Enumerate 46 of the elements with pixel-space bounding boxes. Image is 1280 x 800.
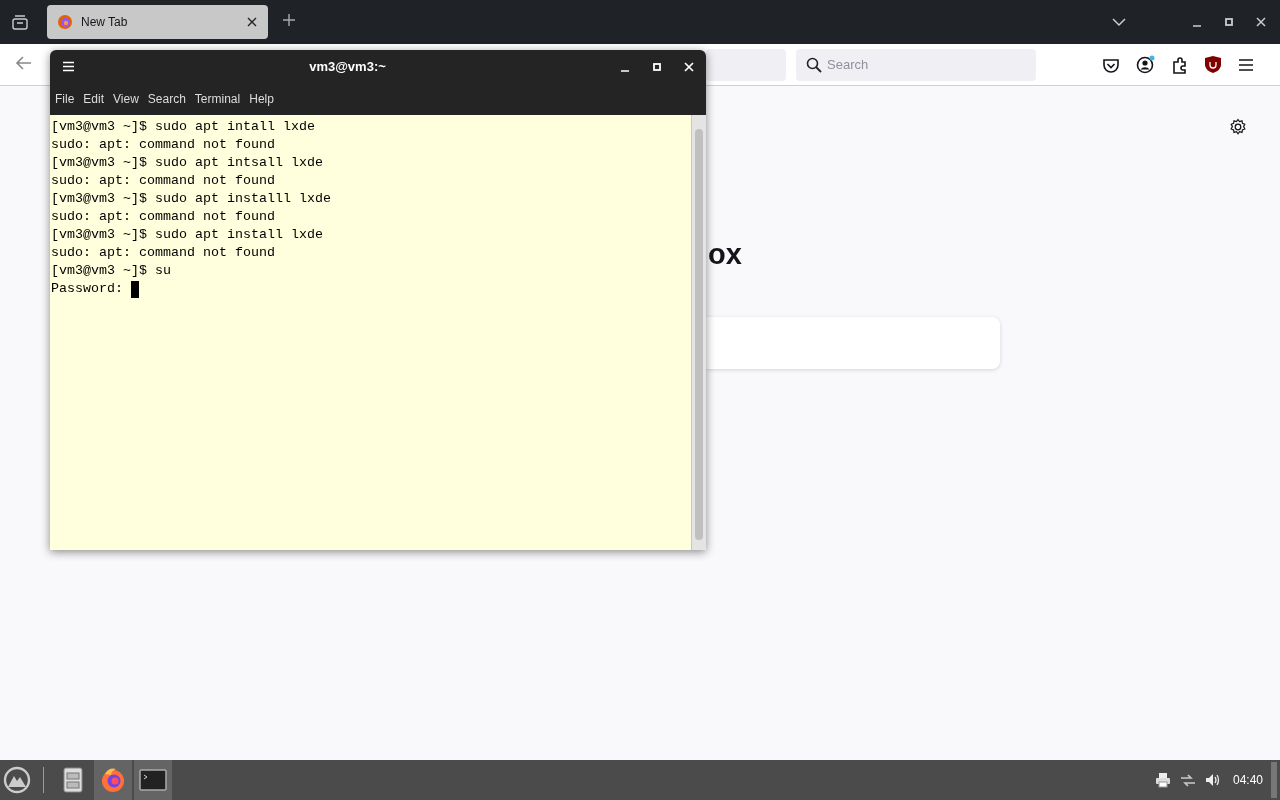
chevron-down-icon[interactable]	[1112, 17, 1126, 27]
new-tab-icon[interactable]	[282, 13, 296, 27]
tab-title: New Tab	[81, 15, 128, 29]
taskbar-button[interactable]	[134, 760, 172, 800]
page-heading: ox	[708, 240, 743, 269]
terminal-line: sudo: apt: command not found	[51, 172, 275, 190]
terminal-line: Password:	[51, 280, 124, 298]
search-field[interactable]: Search	[796, 48, 1036, 81]
text-cursor	[131, 280, 139, 298]
close-icon[interactable]	[246, 16, 258, 28]
clock[interactable]: 04:40	[1232, 773, 1263, 787]
search-icon	[806, 56, 822, 73]
menu-icon[interactable]	[1238, 57, 1254, 72]
terminal-line: sudo: apt: command not found	[51, 244, 275, 262]
settings-icon[interactable]	[1229, 118, 1247, 136]
terminal-line: [vm3@vm3 ~]$ su	[51, 262, 171, 280]
browser-icon	[57, 14, 73, 30]
shield-icon[interactable]	[1204, 55, 1222, 74]
terminal-line: [vm3@vm3 ~]$ sudo apt install lxde	[51, 226, 323, 244]
taskbar-button[interactable]	[94, 760, 132, 800]
scrollbar[interactable]	[691, 115, 706, 550]
puzzle-icon[interactable]	[1171, 55, 1188, 74]
menu-item[interactable]: View	[113, 92, 139, 106]
terminal-line: sudo: apt: command not found	[51, 208, 275, 226]
menu-item[interactable]: File	[55, 92, 75, 106]
menu-item[interactable]: Terminal	[194, 92, 241, 106]
back-arrow-icon[interactable]	[15, 54, 32, 71]
printer-icon[interactable]	[1154, 772, 1171, 788]
terminal-line: [vm3@vm3 ~]$ sudo apt intall lxde	[51, 118, 315, 136]
browser-icon	[99, 766, 127, 794]
account-icon[interactable]	[1136, 55, 1155, 74]
tab-list-icon[interactable]	[11, 13, 29, 31]
browser-tab[interactable]: New Tab	[47, 5, 268, 39]
terminal-line: sudo: apt: command not found	[51, 136, 275, 154]
speaker-icon[interactable]	[1204, 772, 1221, 788]
menu-item[interactable]: Edit	[83, 92, 105, 106]
window-title: vm3@vm3:~	[308, 59, 387, 74]
pocket-icon[interactable]	[1102, 56, 1120, 73]
menu-item[interactable]: Search	[147, 92, 186, 106]
network-icon[interactable]	[1178, 772, 1197, 788]
mountain-icon[interactable]	[3, 766, 31, 794]
terminal-line: [vm3@vm3 ~]$ sudo apt installl lxde	[51, 190, 331, 208]
maximize-icon[interactable]	[1224, 17, 1234, 27]
terminal-line: [vm3@vm3 ~]$ sudo apt intsall lxde	[51, 154, 323, 172]
terminal-icon	[139, 766, 167, 794]
menu-item[interactable]: Help	[249, 92, 274, 106]
